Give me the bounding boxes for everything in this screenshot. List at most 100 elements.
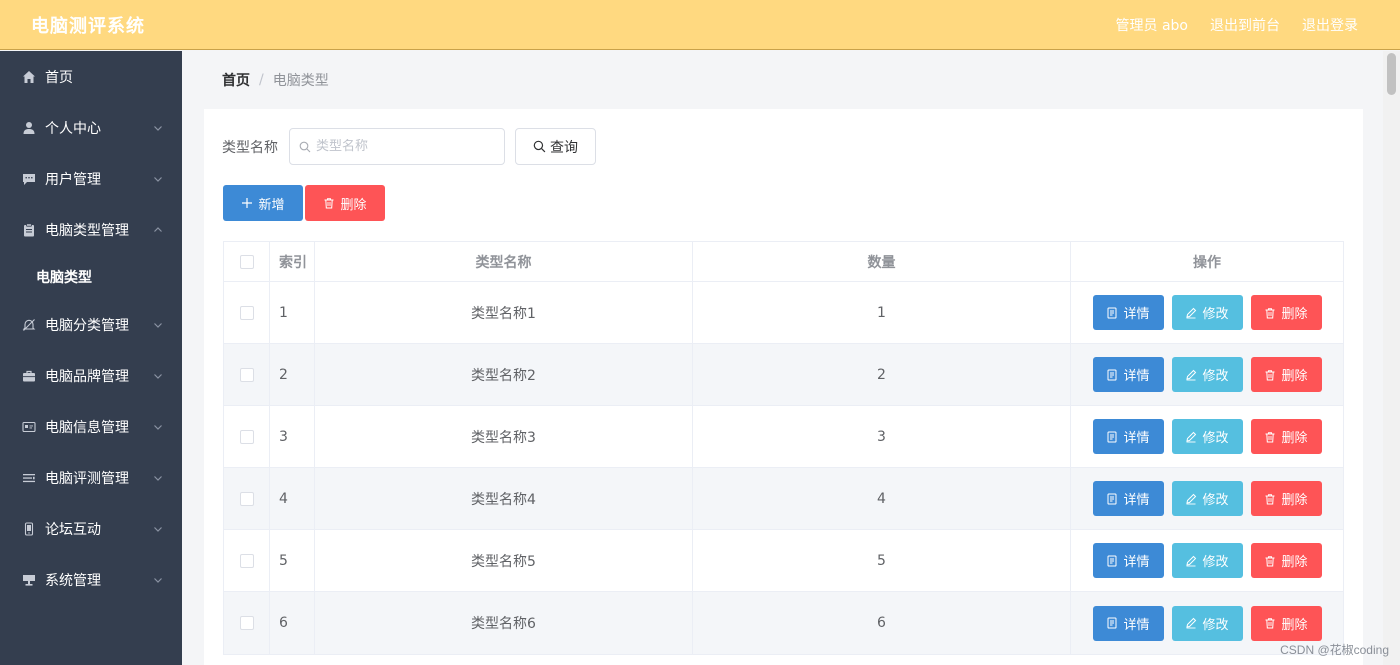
detail-button[interactable]: 详情 [1092, 481, 1164, 516]
sidebar-subitem-computer-type[interactable]: 电脑类型 [0, 255, 182, 299]
delete-button-label: 删除 [1281, 431, 1308, 446]
detail-button-label: 详情 [1123, 369, 1150, 384]
delete-button[interactable]: 删除 [1250, 481, 1322, 516]
chevron-down-icon [154, 577, 162, 583]
breadcrumb-current: 电脑类型 [272, 73, 329, 89]
sidebar-item-computer-category-management[interactable]: 电脑分类管理 [0, 299, 182, 350]
edit-button[interactable]: 修改 [1171, 481, 1243, 516]
detail-button[interactable]: 详情 [1092, 543, 1164, 578]
detail-button[interactable]: 详情 [1092, 419, 1164, 454]
plus-icon [242, 198, 253, 208]
edit-button-label: 修改 [1202, 493, 1229, 508]
detail-button[interactable]: 详情 [1092, 605, 1164, 641]
row-checkbox[interactable] [239, 616, 254, 630]
delete-button[interactable]: 删除 [1250, 295, 1322, 330]
row-quantity: 1 [693, 282, 1071, 343]
edit-icon [1186, 617, 1197, 629]
batch-delete-button-label: 删除 [340, 197, 367, 213]
trash-icon [324, 198, 334, 209]
detail-button[interactable]: 详情 [1092, 357, 1164, 392]
sidebar-item-label: 电脑类型管理 [45, 222, 129, 239]
edit-icon [1186, 555, 1197, 566]
row-quantity: 6 [693, 592, 1071, 654]
row-type-name: 类型名称4 [315, 468, 693, 529]
sidebar-item-forum[interactable]: 论坛互动 [0, 503, 182, 554]
chevron-down-icon [154, 475, 162, 481]
header-type-name: 类型名称 [315, 242, 693, 281]
edit-button-label: 修改 [1202, 307, 1229, 322]
sidebar-item-home[interactable]: 首页 [0, 51, 182, 102]
table-row: 2 类型名称2 2 详情 修改 删除 [224, 344, 1343, 406]
row-operations: 详情 修改 删除 [1071, 406, 1343, 467]
sidebar-item-system-management[interactable]: 系统管理 [0, 554, 182, 605]
header-operations: 操作 [1193, 254, 1221, 271]
logout-link[interactable]: 退出登录 [1302, 15, 1358, 35]
query-button[interactable]: 查询 [515, 128, 596, 165]
delete-button[interactable]: 删除 [1250, 605, 1322, 641]
document-icon [1107, 307, 1117, 318]
search-input[interactable] [316, 139, 496, 154]
row-type-name: 类型名称2 [315, 344, 693, 405]
edit-button[interactable]: 修改 [1171, 295, 1243, 330]
edit-button[interactable]: 修改 [1171, 419, 1243, 454]
sidebar: 首页 个人中心 用户管理 电脑类型管理 电脑类型 电脑分类管理 电脑品牌管理 电… [0, 51, 182, 665]
search-bar: 类型名称 查询 [222, 128, 596, 165]
delete-button[interactable]: 删除 [1250, 357, 1322, 392]
sidebar-item-label: 电脑品牌管理 [45, 368, 129, 385]
content-panel: 类型名称 查询 新增 删除 索引 类型名称 [204, 109, 1363, 665]
add-button[interactable]: 新增 [223, 185, 303, 221]
sidebar-item-computer-review-management[interactable]: 电脑评测管理 [0, 452, 182, 503]
breadcrumb-home[interactable]: 首页 [222, 70, 250, 90]
row-checkbox[interactable] [239, 305, 254, 320]
row-checkbox[interactable] [239, 553, 254, 568]
edit-icon [1186, 307, 1197, 318]
admin-name: 管理员 abo [1115, 17, 1188, 34]
edit-button[interactable]: 修改 [1171, 605, 1243, 641]
header-check-cell [224, 242, 270, 281]
exit-to-frontend-link[interactable]: 退出到前台 [1210, 15, 1280, 35]
search-icon [533, 140, 546, 153]
row-checkbox[interactable] [239, 491, 254, 506]
delete-button[interactable]: 删除 [1250, 543, 1322, 578]
row-checkbox[interactable] [239, 429, 254, 444]
sidebar-item-computer-brand-management[interactable]: 电脑品牌管理 [0, 350, 182, 401]
edit-button[interactable]: 修改 [1171, 543, 1243, 578]
sidebar-item-label: 用户管理 [45, 171, 101, 188]
action-buttons: 新增 删除 [223, 185, 385, 221]
table-row: 3 类型名称3 3 详情 修改 删除 [224, 406, 1343, 468]
sidebar-item-computer-type-management[interactable]: 电脑类型管理 [0, 204, 182, 255]
table-row: 5 类型名称5 5 详情 修改 删除 [224, 530, 1343, 592]
chevron-down-icon [154, 176, 162, 182]
main-content: 首页 / 电脑类型 类型名称 查询 新增 删除 [182, 51, 1383, 665]
row-index: 2 [270, 344, 315, 405]
sidebar-item-label: 论坛互动 [45, 521, 101, 538]
trash-icon [1265, 369, 1275, 380]
detail-button[interactable]: 详情 [1092, 295, 1164, 330]
delete-button-label: 删除 [1281, 555, 1308, 570]
header-quantity: 数量 [693, 242, 1071, 281]
search-input-wrapper[interactable] [289, 128, 505, 165]
add-button-label: 新增 [258, 197, 285, 213]
table-row: 1 类型名称1 1 详情 修改 删除 [224, 282, 1343, 344]
document-icon [1107, 555, 1117, 566]
scrollbar-thumb[interactable] [1387, 53, 1396, 95]
chevron-down-icon [154, 125, 162, 131]
delete-button[interactable]: 删除 [1250, 419, 1322, 454]
batch-delete-button[interactable]: 删除 [305, 185, 385, 221]
select-all-checkbox[interactable] [239, 254, 254, 269]
document-icon [1107, 369, 1117, 380]
breadcrumb-separator: / [259, 72, 264, 88]
edit-button[interactable]: 修改 [1171, 357, 1243, 392]
delete-button-label: 删除 [1281, 617, 1308, 633]
sidebar-item-personal-center[interactable]: 个人中心 [0, 102, 182, 153]
sidebar-item-computer-info-management[interactable]: 电脑信息管理 [0, 401, 182, 452]
header-actions: 管理员 abo 退出到前台 退出登录 [1116, 15, 1358, 35]
chevron-down-icon [154, 322, 162, 328]
sidebar-item-user-management[interactable]: 用户管理 [0, 153, 182, 204]
chevron-up-icon [154, 226, 162, 232]
sidebar-item-label: 电脑信息管理 [45, 419, 129, 436]
data-table: 索引 类型名称 数量 操作 1 类型名称1 1 详情 修改 删除 2 类型名称2 2 详情 修改 删除… [223, 241, 1344, 655]
page-scrollbar[interactable] [1383, 51, 1400, 665]
row-checkbox[interactable] [239, 367, 254, 382]
chevron-down-icon [154, 526, 162, 532]
